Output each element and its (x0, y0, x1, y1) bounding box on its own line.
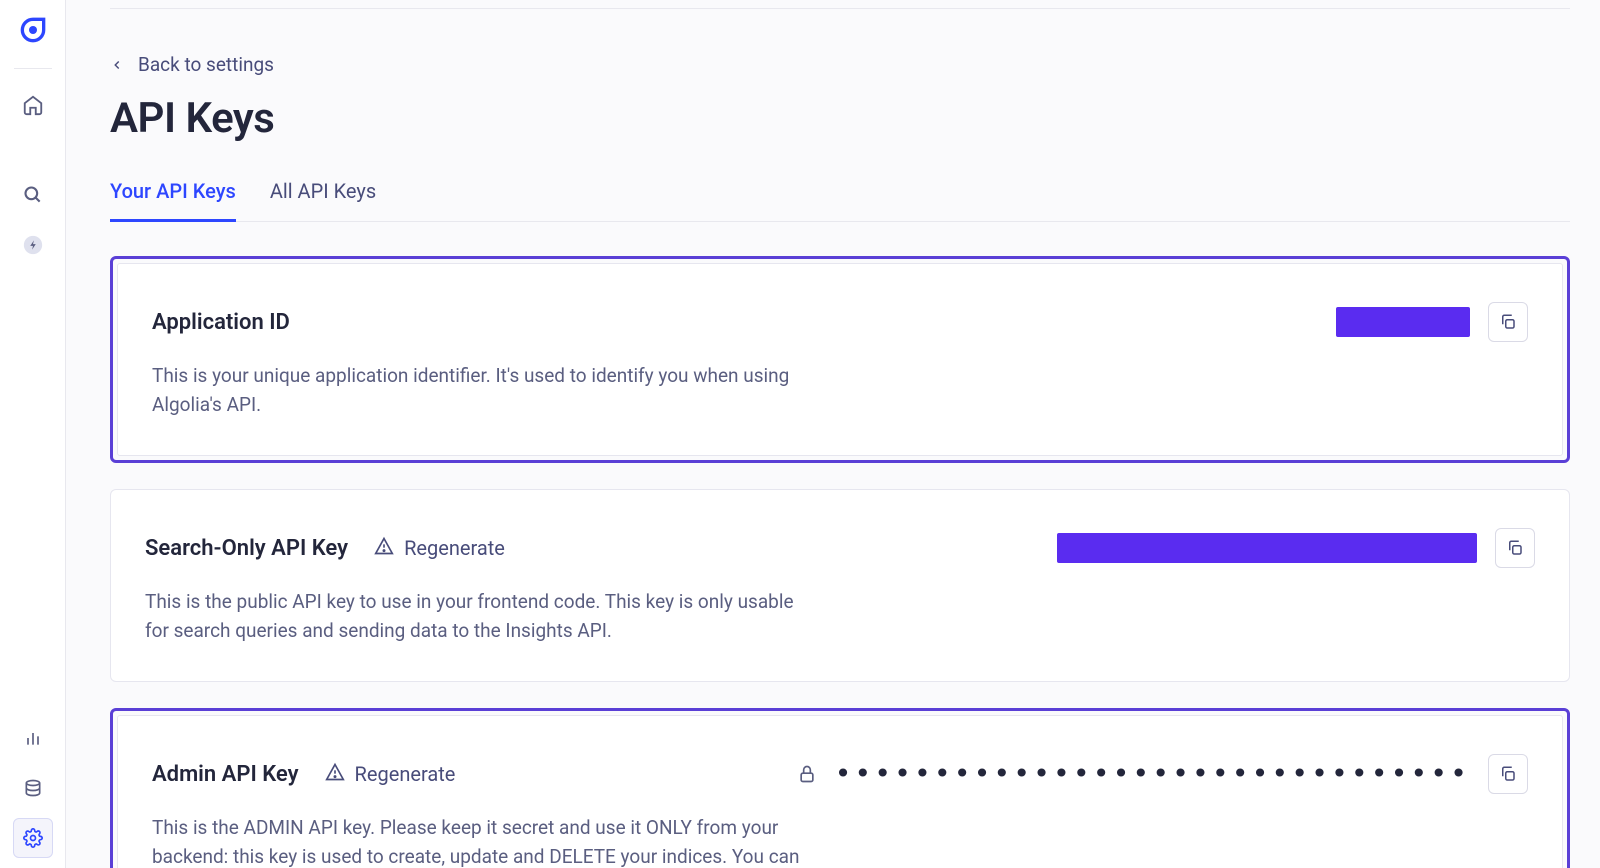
admin-key-highlight: Admin API Key Regenerate (110, 708, 1570, 868)
main-content: Back to settings API Keys Your API Keys … (66, 0, 1600, 868)
admin-key-title: Admin API Key (152, 762, 299, 787)
card-search-only-key: Search-Only API Key Regenerate (110, 489, 1570, 682)
copy-application-id-button[interactable] (1488, 302, 1528, 342)
sidebar-item-events[interactable] (13, 225, 53, 265)
search-key-value-redacted (1057, 533, 1477, 563)
back-to-settings-link[interactable]: Back to settings (110, 53, 1600, 76)
algolia-logo (17, 14, 49, 46)
top-border (110, 0, 1570, 9)
sidebar-item-settings[interactable] (13, 818, 53, 858)
sidebar-divider (14, 68, 52, 69)
search-key-title: Search-Only API Key (145, 536, 348, 561)
warning-icon (374, 536, 394, 561)
page-title: API Keys (110, 94, 1600, 143)
application-id-title: Application ID (152, 310, 290, 335)
back-label: Back to settings (138, 53, 274, 76)
card-admin-key: Admin API Key Regenerate (117, 715, 1563, 868)
sidebar-item-data[interactable] (13, 768, 53, 808)
tabs: Your API Keys All API Keys (110, 179, 1570, 222)
application-id-value-redacted (1336, 307, 1470, 337)
sidebar-item-search[interactable] (13, 175, 53, 215)
regenerate-admin-key-button[interactable]: Regenerate (325, 762, 456, 787)
application-id-highlight: Application ID This is your unique appli… (110, 256, 1570, 463)
warning-icon (325, 762, 345, 787)
tab-all-api-keys[interactable]: All API Keys (270, 179, 376, 221)
tab-your-api-keys[interactable]: Your API Keys (110, 179, 236, 222)
regenerate-label: Regenerate (404, 536, 505, 560)
admin-key-masked-value: •••••••••••••••••••••••••••••••• (835, 760, 1470, 788)
application-id-desc: This is your unique application identifi… (152, 362, 812, 419)
copy-admin-key-button[interactable] (1488, 754, 1528, 794)
sidebar-item-analytics[interactable] (13, 718, 53, 758)
card-application-id: Application ID This is your unique appli… (117, 263, 1563, 456)
admin-key-desc: This is the ADMIN API key. Please keep i… (152, 814, 812, 868)
lock-icon (797, 764, 817, 784)
sidebar-item-home[interactable] (13, 85, 53, 125)
regenerate-label: Regenerate (355, 762, 456, 786)
copy-search-key-button[interactable] (1495, 528, 1535, 568)
regenerate-search-key-button[interactable]: Regenerate (374, 536, 505, 561)
search-key-desc: This is the public API key to use in you… (145, 588, 805, 645)
sidebar (0, 0, 66, 868)
